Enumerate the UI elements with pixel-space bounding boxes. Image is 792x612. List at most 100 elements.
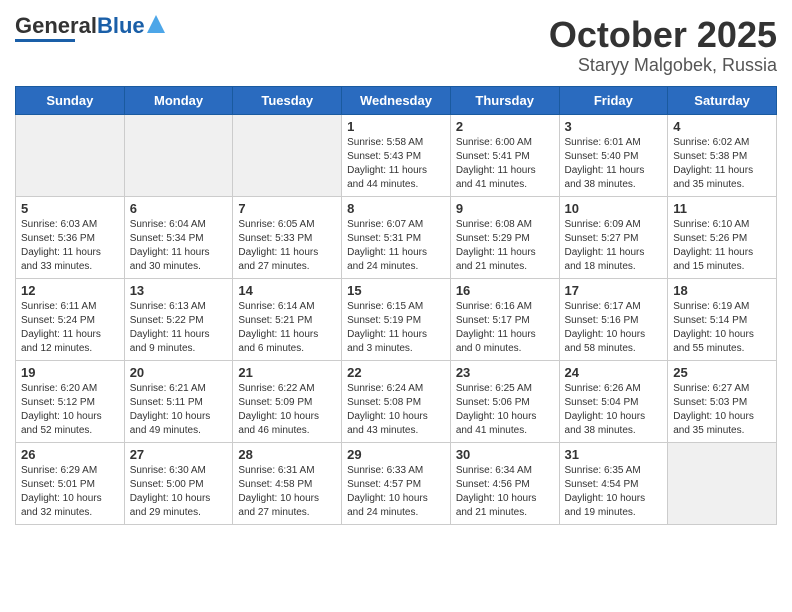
day-number: 1 (347, 119, 445, 134)
table-row: 31 Sunrise: 6:35 AMSunset: 4:54 PMDayligh… (559, 442, 668, 524)
day-number: 21 (238, 365, 336, 380)
col-saturday: Saturday (668, 86, 777, 114)
col-sunday: Sunday (16, 86, 125, 114)
table-row (668, 442, 777, 524)
day-info: Sunrise: 6:17 AMSunset: 5:16 PMDaylight:… (565, 300, 663, 356)
table-row: 8 Sunrise: 6:07 AMSunset: 5:31 PMDaylight… (342, 196, 451, 278)
day-number: 15 (347, 283, 445, 298)
title-block: October 2025 Staryy Malgobek, Russia (549, 15, 777, 76)
calendar-table: Sunday Monday Tuesday Wednesday Thursday… (15, 86, 777, 525)
day-info: Sunrise: 6:09 AMSunset: 5:27 PMDaylight:… (565, 218, 663, 274)
day-number: 8 (347, 201, 445, 216)
table-row: 6 Sunrise: 6:04 AMSunset: 5:34 PMDaylight… (124, 196, 233, 278)
day-info: Sunrise: 6:15 AMSunset: 5:19 PMDaylight:… (347, 300, 445, 356)
day-info: Sunrise: 6:05 AMSunset: 5:33 PMDaylight:… (238, 218, 336, 274)
table-row: 17Sunrise: 6:17 AMSunset: 5:16 PMDayligh… (559, 278, 668, 360)
day-number: 24 (565, 365, 663, 380)
table-row: 5Sunrise: 6:03 AMSunset: 5:36 PMDaylight… (16, 196, 125, 278)
calendar-header-row: Sunday Monday Tuesday Wednesday Thursday… (16, 86, 777, 114)
table-row: 26Sunrise: 6:29 AMSunset: 5:01 PMDayligh… (16, 442, 125, 524)
day-info: Sunrise: 6:34 AMSunset: 4:56 PMDaylight:… (456, 464, 554, 520)
day-number: 31 (565, 447, 663, 462)
table-row: 10 Sunrise: 6:09 AMSunset: 5:27 PMDayligh… (559, 196, 668, 278)
table-row: 11 Sunrise: 6:10 AMSunset: 5:26 PMDayligh… (668, 196, 777, 278)
page-subtitle: Staryy Malgobek, Russia (549, 55, 777, 76)
day-number: 11 (673, 201, 771, 216)
day-number: 14 (238, 283, 336, 298)
day-info: Sunrise: 6:24 AMSunset: 5:08 PMDaylight:… (347, 382, 445, 438)
day-number: 29 (347, 447, 445, 462)
table-row: 4 Sunrise: 6:02 AMSunset: 5:38 PMDaylight… (668, 114, 777, 196)
table-row: 14 Sunrise: 6:14 AMSunset: 5:21 PMDayligh… (233, 278, 342, 360)
day-info: Sunrise: 6:02 AMSunset: 5:38 PMDaylight:… (673, 136, 771, 192)
day-info: Sunrise: 6:03 AMSunset: 5:36 PMDaylight:… (21, 218, 119, 274)
day-info: Sunrise: 6:25 AMSunset: 5:06 PMDaylight:… (456, 382, 554, 438)
day-info: Sunrise: 6:19 AMSunset: 5:14 PMDaylight:… (673, 300, 771, 356)
day-number: 19 (21, 365, 119, 380)
day-number: 2 (456, 119, 554, 134)
day-info: Sunrise: 6:35 AMSunset: 4:54 PMDaylight:… (565, 464, 663, 520)
day-info: Sunrise: 6:31 AMSunset: 4:58 PMDaylight:… (238, 464, 336, 520)
day-number: 6 (130, 201, 228, 216)
day-info: Sunrise: 6:01 AMSunset: 5:40 PMDaylight:… (565, 136, 663, 192)
table-row: 9Sunrise: 6:08 AMSunset: 5:29 PMDaylight… (450, 196, 559, 278)
day-info: Sunrise: 6:14 AMSunset: 5:21 PMDaylight:… (238, 300, 336, 356)
day-info: Sunrise: 6:20 AMSunset: 5:12 PMDaylight:… (21, 382, 119, 438)
day-number: 22 (347, 365, 445, 380)
day-number: 7 (238, 201, 336, 216)
table-row (124, 114, 233, 196)
col-tuesday: Tuesday (233, 86, 342, 114)
logo-underline (15, 39, 75, 42)
table-row: 7 Sunrise: 6:05 AMSunset: 5:33 PMDaylight… (233, 196, 342, 278)
day-info: Sunrise: 6:21 AMSunset: 5:11 PMDaylight:… (130, 382, 228, 438)
day-info: Sunrise: 6:00 AMSunset: 5:41 PMDaylight:… (456, 136, 554, 192)
logo-icon (147, 15, 165, 33)
page-header: GeneralBlue October 2025 Staryy Malgobek… (15, 15, 777, 76)
table-row: 13Sunrise: 6:13 AMSunset: 5:22 PMDayligh… (124, 278, 233, 360)
page-title: October 2025 (549, 15, 777, 55)
table-row: 20 Sunrise: 6:21 AMSunset: 5:11 PMDayligh… (124, 360, 233, 442)
day-info: Sunrise: 6:04 AMSunset: 5:34 PMDaylight:… (130, 218, 228, 274)
day-info: Sunrise: 6:33 AMSunset: 4:57 PMDaylight:… (347, 464, 445, 520)
day-number: 10 (565, 201, 663, 216)
day-number: 26 (21, 447, 119, 462)
col-thursday: Thursday (450, 86, 559, 114)
day-number: 4 (673, 119, 771, 134)
day-info: Sunrise: 6:30 AMSunset: 5:00 PMDaylight:… (130, 464, 228, 520)
col-friday: Friday (559, 86, 668, 114)
day-info: Sunrise: 6:16 AMSunset: 5:17 PMDaylight:… (456, 300, 554, 356)
table-row: 23Sunrise: 6:25 AMSunset: 5:06 PMDayligh… (450, 360, 559, 442)
table-row: 1 Sunrise: 5:58 AMSunset: 5:43 PMDaylight… (342, 114, 451, 196)
table-row: 19 Sunrise: 6:20 AMSunset: 5:12 PMDayligh… (16, 360, 125, 442)
calendar-week-2: 5Sunrise: 6:03 AMSunset: 5:36 PMDaylight… (16, 196, 777, 278)
table-row: 21 Sunrise: 6:22 AMSunset: 5:09 PMDayligh… (233, 360, 342, 442)
table-row: 24 Sunrise: 6:26 AMSunset: 5:04 PMDayligh… (559, 360, 668, 442)
day-number: 25 (673, 365, 771, 380)
table-row: 28Sunrise: 6:31 AMSunset: 4:58 PMDayligh… (233, 442, 342, 524)
day-info: Sunrise: 6:13 AMSunset: 5:22 PMDaylight:… (130, 300, 228, 356)
day-info: Sunrise: 6:07 AMSunset: 5:31 PMDaylight:… (347, 218, 445, 274)
table-row: 18Sunrise: 6:19 AMSunset: 5:14 PMDayligh… (668, 278, 777, 360)
calendar-week-1: 1 Sunrise: 5:58 AMSunset: 5:43 PMDaylight… (16, 114, 777, 196)
table-row (233, 114, 342, 196)
col-monday: Monday (124, 86, 233, 114)
day-number: 20 (130, 365, 228, 380)
table-row: 30 Sunrise: 6:34 AMSunset: 4:56 PMDayligh… (450, 442, 559, 524)
day-number: 30 (456, 447, 554, 462)
table-row (16, 114, 125, 196)
day-info: Sunrise: 5:58 AMSunset: 5:43 PMDaylight:… (347, 136, 445, 192)
day-number: 12 (21, 283, 119, 298)
day-number: 16 (456, 283, 554, 298)
day-info: Sunrise: 6:10 AMSunset: 5:26 PMDaylight:… (673, 218, 771, 274)
table-row: 25 Sunrise: 6:27 AMSunset: 5:03 PMDayligh… (668, 360, 777, 442)
day-info: Sunrise: 6:22 AMSunset: 5:09 PMDaylight:… (238, 382, 336, 438)
table-row: 3Sunrise: 6:01 AMSunset: 5:40 PMDaylight… (559, 114, 668, 196)
calendar-week-5: 26Sunrise: 6:29 AMSunset: 5:01 PMDayligh… (16, 442, 777, 524)
table-row: 16 Sunrise: 6:16 AMSunset: 5:17 PMDayligh… (450, 278, 559, 360)
day-info: Sunrise: 6:26 AMSunset: 5:04 PMDaylight:… (565, 382, 663, 438)
table-row: 22 Sunrise: 6:24 AMSunset: 5:08 PMDayligh… (342, 360, 451, 442)
table-row: 15 Sunrise: 6:15 AMSunset: 5:19 PMDayligh… (342, 278, 451, 360)
day-number: 27 (130, 447, 228, 462)
table-row: 27 Sunrise: 6:30 AMSunset: 5:00 PMDayligh… (124, 442, 233, 524)
day-info: Sunrise: 6:27 AMSunset: 5:03 PMDaylight:… (673, 382, 771, 438)
